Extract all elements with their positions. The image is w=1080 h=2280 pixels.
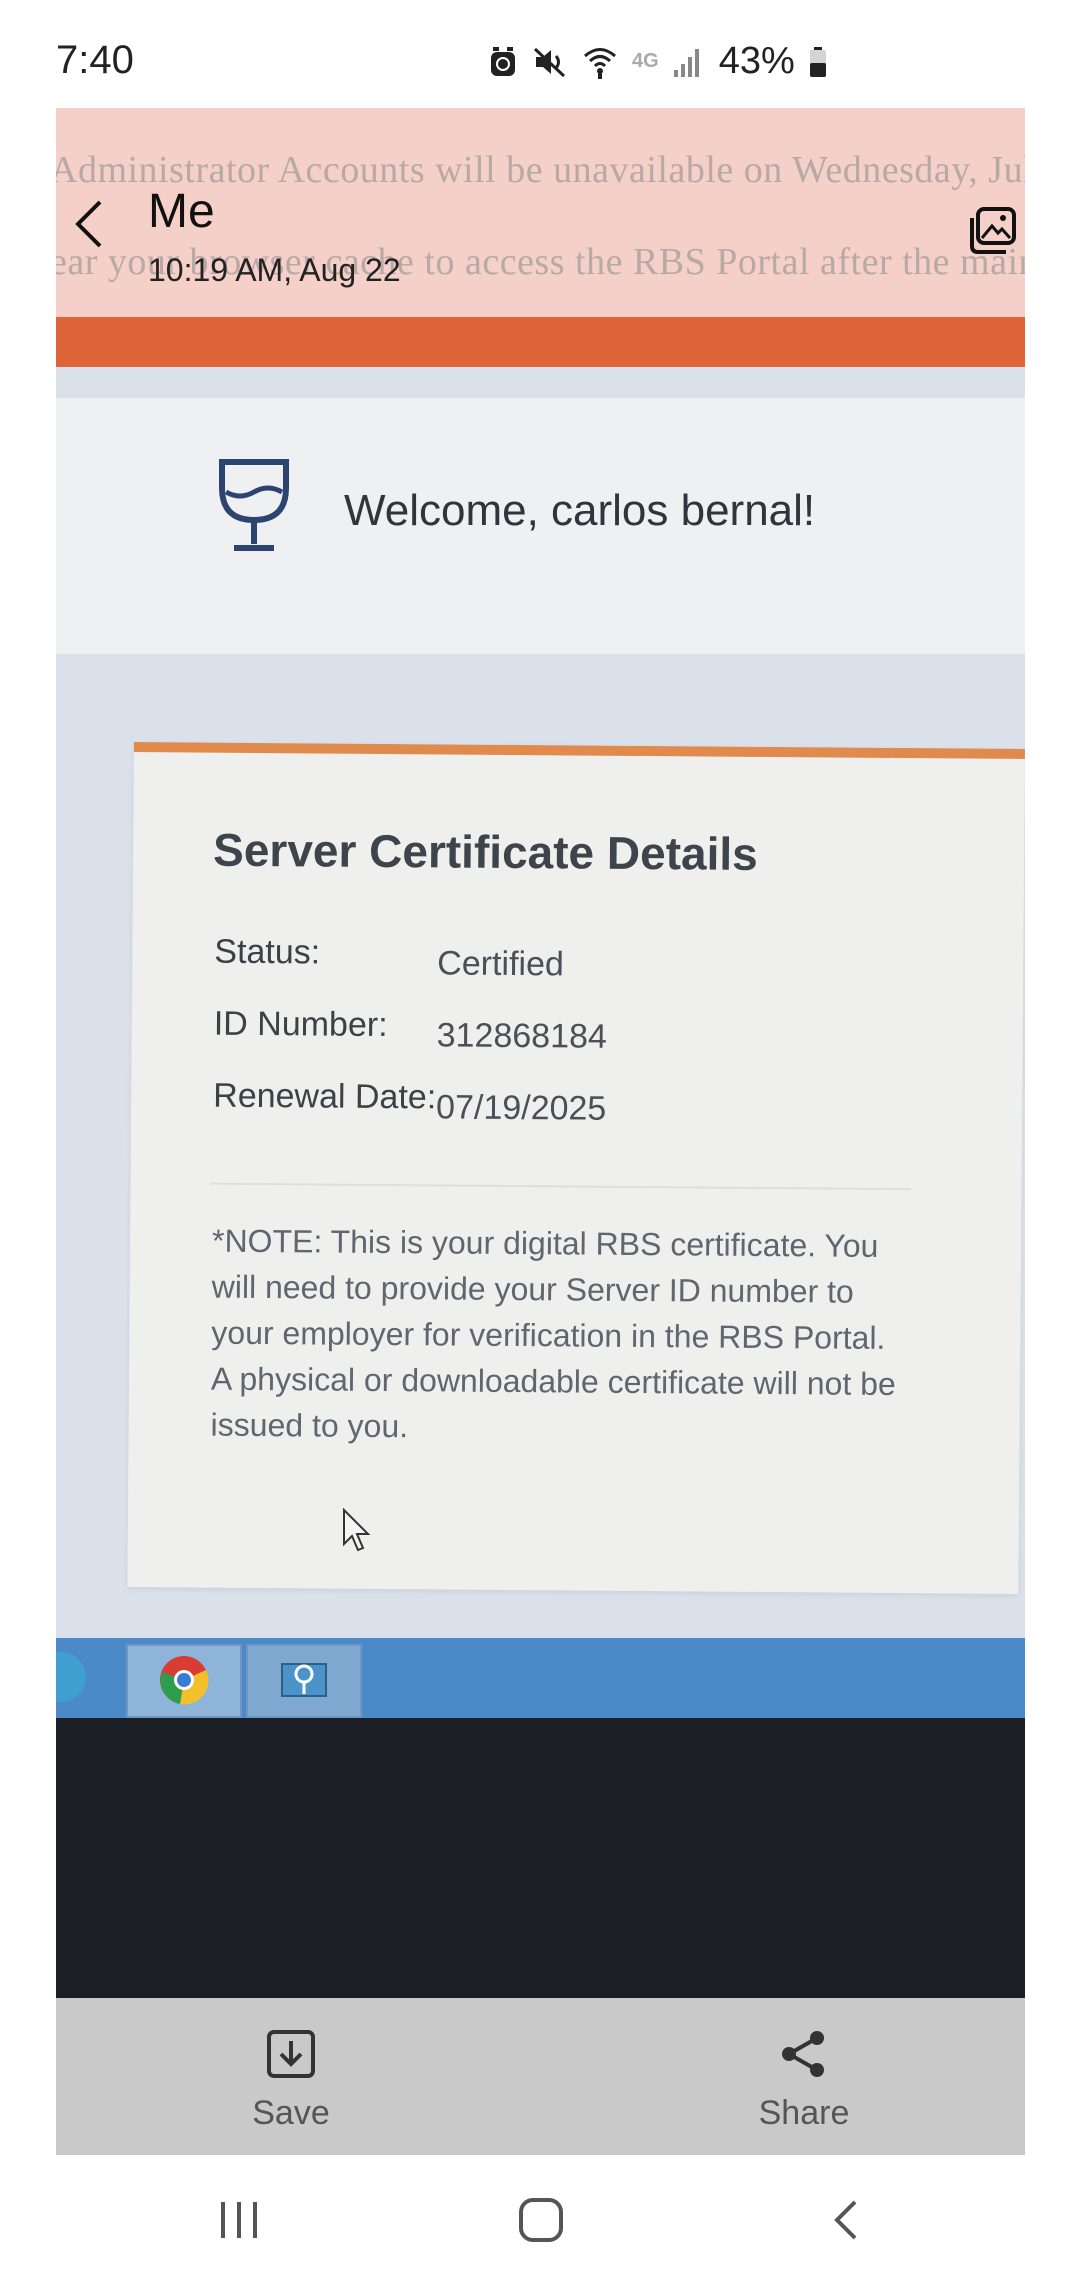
status-icons: 4G 43% [488,40,827,83]
home-icon [519,2198,563,2242]
id-number-value: 312868184 [436,1016,608,1056]
mouse-cursor-icon [343,1508,371,1552]
recent-apps-icon [221,2202,257,2238]
save-label: Save [252,2094,330,2132]
status-value: Certified [437,944,565,984]
certificate-card: Server Certificate Details Status: Certi… [127,742,1025,1594]
desk-surface [56,1718,1025,1998]
renewal-date-value: 07/19/2025 [435,1088,607,1128]
chrome-icon [160,1656,209,1705]
card-title: Server Certificate Details [212,823,758,880]
app-icon [281,1663,327,1697]
back-arrow-icon[interactable] [62,194,122,254]
status-bar: 7:40 4G 43% [0,0,1080,108]
wine-glass-icon [219,459,289,551]
download-icon [267,2030,315,2078]
orange-band [56,317,1025,367]
home-button[interactable] [506,2195,576,2245]
share-icon [782,2031,824,2077]
network-type: 4G [632,50,659,72]
recent-apps-button[interactable] [204,2195,274,2245]
mute-icon [533,47,566,77]
photo-viewer-image[interactable]: Administrator Accounts will be unavailab… [56,108,1025,1998]
status-time: 7:40 [56,38,134,82]
welcome-text: Welcome, carlos bernal! [344,486,816,535]
battery-percent: 43% [718,40,795,82]
navigation-bar [0,2155,1080,2280]
share-button[interactable]: Share [719,2026,889,2133]
save-button[interactable]: Save [206,2026,376,2133]
taskbar [56,1638,1025,1718]
message-timestamp: 10:19 AM, Aug 22 [148,252,401,288]
taskbar-edge-app [56,1652,86,1702]
viewer-header: Me 10:19 AM, Aug 22 [56,108,1025,317]
welcome-panel: Welcome, carlos bernal! [56,398,1025,654]
gallery-icon[interactable] [968,206,1018,256]
signal-icon [673,48,699,77]
id-number-label: ID Number: [213,1004,388,1044]
back-icon [834,2200,857,2240]
card-divider [210,1182,911,1191]
system-back-button[interactable] [810,2195,880,2245]
battery-icon [809,46,826,77]
renewal-date-label: Renewal Date: [213,1076,437,1117]
wifi-icon [584,47,616,79]
sender-name: Me [148,185,215,238]
action-bar: Save Share [56,1998,1025,2155]
certificate-note: *NOTE: This is your digital RBS certific… [210,1222,896,1445]
status-label: Status: [214,932,321,972]
share-label: Share [758,2094,850,2132]
alarm-icon [491,46,515,76]
